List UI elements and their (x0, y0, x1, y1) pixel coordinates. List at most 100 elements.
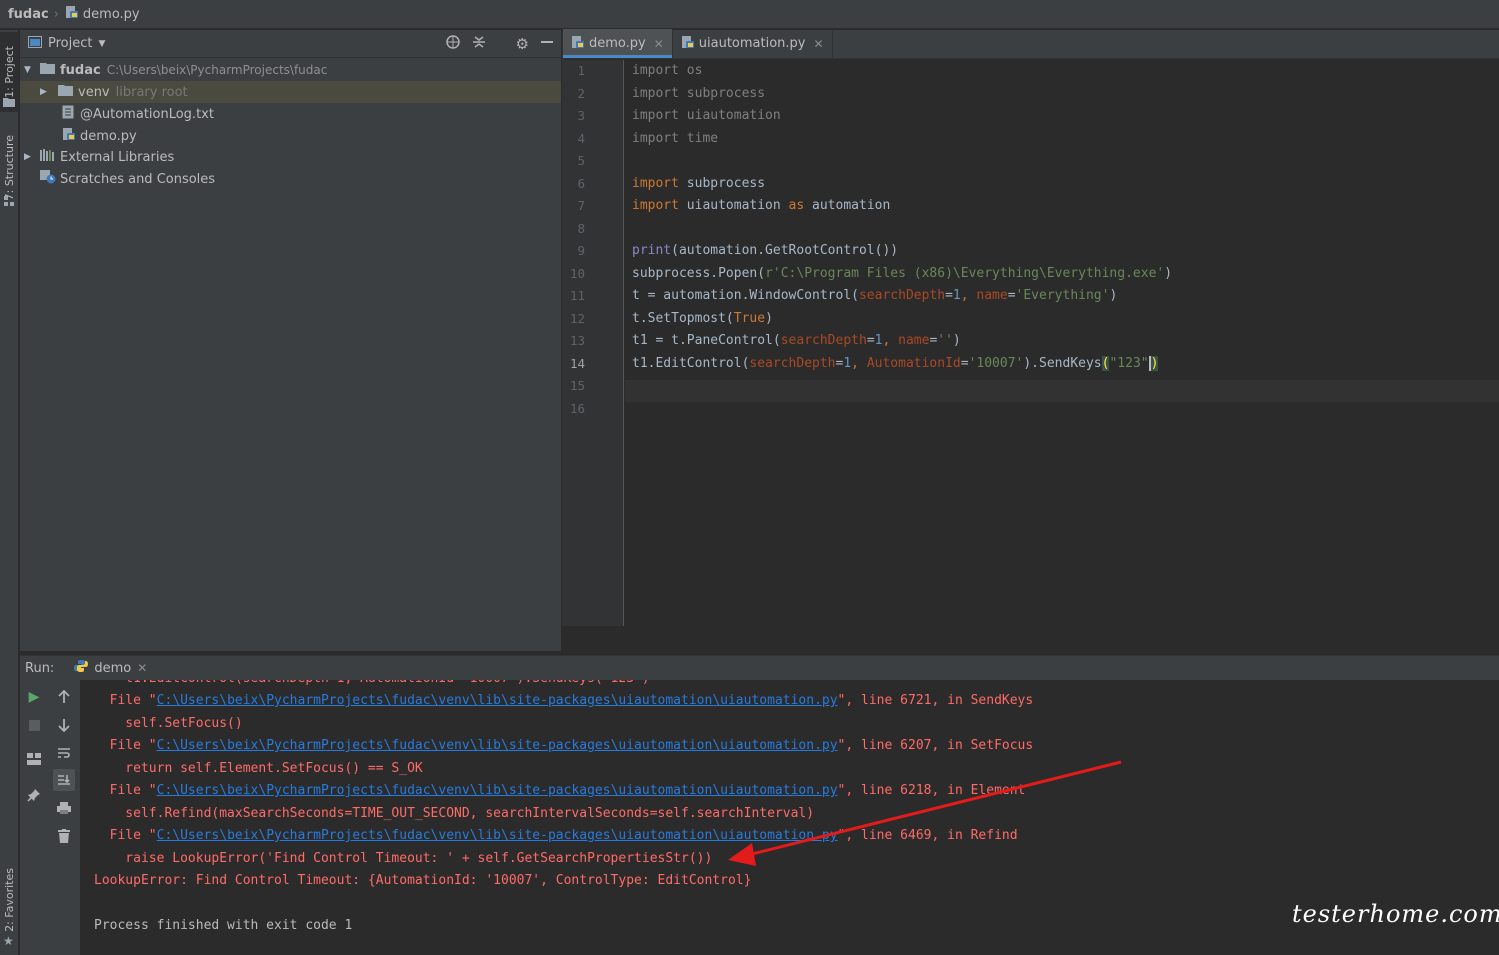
rerun-icon[interactable]: ▶ (23, 686, 45, 708)
tree-item-demo[interactable]: demo.py (20, 125, 561, 147)
favorites-tool-tab[interactable]: 2: Favorites (0, 865, 19, 935)
console-line: File "C:\Users\beix\PycharmProjects\fuda… (94, 693, 1034, 708)
python-file-icon (681, 35, 695, 53)
line-number: 9 (577, 243, 585, 258)
console-output[interactable]: t1.EditControl(searchDepth=1, Automation… (81, 680, 1499, 955)
arrow-up-icon[interactable] (53, 686, 75, 708)
tree-item-root-path: C:\Users\beix\PycharmProjects\fudac (106, 63, 328, 77)
watermark: testerhome.com (1292, 900, 1499, 928)
breadcrumb-file[interactable]: demo.py (83, 7, 140, 22)
code-line-1: import os (632, 63, 703, 78)
console-line: return self.Element.SetFocus() == S_OK (94, 761, 423, 776)
code-line-4: import time (632, 131, 719, 146)
line-number: 7 (577, 198, 585, 213)
project-panel-title[interactable]: Project (48, 36, 92, 51)
code-line-10: subprocess.Popen(r'C:\Program Files (x86… (632, 266, 1173, 281)
line-number: 14 (569, 356, 585, 371)
traceback-link[interactable]: C:\Users\beix\PycharmProjects\fudac\venv… (157, 783, 838, 798)
tree-item-scratches-label: Scratches and Consoles (60, 171, 216, 187)
pin-icon[interactable] (23, 784, 45, 806)
chevron-down-icon[interactable]: ▼ (98, 39, 105, 49)
tree-item-venv[interactable]: ▶ venv library root (20, 81, 561, 103)
libraries-icon (40, 149, 56, 165)
scratches-icon (40, 170, 56, 188)
editor-area: demo.py ✕ uiautomation.py ✕ 1 2 3 4 5 6 7 8 9 10 1… (562, 29, 1499, 626)
tree-item-venv-hint: library root (115, 84, 188, 100)
tree-item-venv-label: venv (78, 84, 110, 100)
line-number: 1 (577, 63, 585, 78)
star-icon: ★ (3, 934, 14, 948)
line-number: 13 (569, 333, 585, 348)
line-number: 5 (577, 153, 585, 168)
console-line: self.Refind(maxSearchSeconds=TIME_OUT_SE… (94, 806, 815, 821)
chevron-right-icon[interactable]: ▶ (40, 87, 52, 97)
project-panel: Project ▼ ⚙ ▼ fudac C:\Users\beix\Pychar… (20, 30, 561, 651)
console-line: t1.EditControl(searchDepth=1, Automation… (94, 680, 649, 690)
run-tab-demo[interactable]: demo ✕ (74, 659, 147, 677)
print-icon[interactable] (53, 797, 75, 819)
arrow-down-icon[interactable] (53, 714, 75, 736)
code-area[interactable]: import os import subprocess import uiaut… (625, 60, 1499, 626)
line-number: 11 (569, 288, 585, 303)
soft-wrap-icon[interactable] (53, 742, 75, 764)
breadcrumb-project[interactable]: fudac (8, 7, 49, 22)
tree-item-external-libraries[interactable]: ▶ External Libraries (20, 146, 561, 168)
console-line: File "C:\Users\beix\PycharmProjects\fuda… (94, 783, 1026, 798)
collapse-all-icon[interactable] (472, 35, 486, 53)
current-line-highlight (625, 380, 1499, 402)
folder-icon (40, 62, 55, 78)
close-icon[interactable]: ✕ (137, 661, 147, 675)
folder-icon (58, 84, 73, 100)
traceback-link[interactable]: C:\Users\beix\PycharmProjects\fudac\venv… (157, 693, 838, 708)
traceback-link[interactable]: C:\Users\beix\PycharmProjects\fudac\venv… (157, 828, 838, 843)
gear-icon[interactable]: ⚙ (516, 35, 529, 53)
stop-icon[interactable] (23, 714, 45, 736)
layout-icon[interactable] (23, 748, 45, 770)
console-line: File "C:\Users\beix\PycharmProjects\fuda… (94, 738, 1034, 753)
line-number: 10 (569, 266, 585, 281)
python-file-icon (65, 5, 79, 23)
tab-demo-py-label: demo.py (589, 36, 646, 51)
locate-icon[interactable] (445, 35, 460, 53)
code-line-12: t.SetTopmost(True) (632, 311, 773, 326)
close-icon[interactable]: ✕ (814, 37, 824, 51)
scroll-to-end-icon[interactable] (53, 769, 75, 791)
code-line-7: import uiautomation as automation (632, 198, 891, 213)
structure-tool-tab-label: 7: Structure (3, 135, 16, 201)
project-panel-header: Project ▼ ⚙ (20, 30, 561, 58)
text-file-icon (62, 105, 74, 123)
tree-item-automationlog-label: @AutomationLog.txt (80, 106, 214, 122)
close-icon[interactable]: ✕ (654, 37, 664, 51)
navigation-breadcrumb: fudac › demo.py (0, 0, 1499, 29)
chevron-down-icon[interactable]: ▼ (24, 65, 36, 75)
project-view-icon (28, 35, 42, 52)
project-tool-tab-label: 1: Project (3, 46, 16, 98)
left-tool-strip: 1: Project 7: Structure 2: Favorites ★ (0, 30, 19, 955)
line-number: 4 (577, 131, 585, 146)
tab-uiautomation-py[interactable]: uiautomation.py ✕ (673, 29, 833, 58)
favorites-tool-tab-label: 2: Favorites (3, 868, 16, 932)
code-line-14: t1.EditControl(searchDepth=1, Automation… (632, 356, 1159, 371)
traceback-link[interactable]: C:\Users\beix\PycharmProjects\fudac\venv… (157, 738, 838, 753)
run-panel-header: Run: demo ✕ (20, 656, 1499, 680)
line-number: 6 (577, 176, 585, 191)
line-number: 8 (577, 221, 585, 236)
tree-item-scratches[interactable]: Scratches and Consoles (20, 168, 561, 190)
structure-icon (3, 195, 15, 211)
tree-item-root-label: fudac (60, 62, 101, 78)
minimize-icon[interactable] (541, 36, 553, 52)
line-number: 16 (569, 401, 585, 416)
line-number: 2 (577, 86, 585, 101)
run-label: Run: (25, 660, 55, 676)
python-file-icon (62, 127, 76, 145)
tab-demo-py[interactable]: demo.py ✕ (563, 29, 673, 58)
tree-item-root[interactable]: ▼ fudac C:\Users\beix\PycharmProjects\fu… (20, 59, 561, 81)
text-caret: ) (1148, 356, 1159, 371)
exit-message: Process finished with exit code 1 (94, 918, 353, 933)
tree-item-automationlog[interactable]: @AutomationLog.txt (20, 103, 561, 125)
code-line-13: t1 = t.PaneControl(searchDepth=1, name='… (632, 333, 961, 348)
run-toolbar: ▶ (20, 680, 80, 955)
chevron-right-icon[interactable]: ▶ (24, 152, 36, 162)
trash-icon[interactable] (53, 825, 75, 847)
code-line-3: import uiautomation (632, 108, 781, 123)
